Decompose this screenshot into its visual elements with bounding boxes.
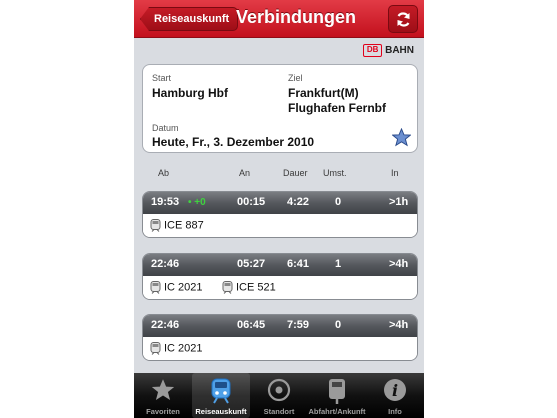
connection-an: 06:45 bbox=[237, 319, 266, 331]
train-name: ICE 887 bbox=[164, 219, 204, 232]
col-an: An bbox=[239, 168, 251, 178]
db-logo-word: BAHN bbox=[385, 45, 414, 56]
info-icon: i bbox=[384, 379, 406, 401]
start-label: Start bbox=[152, 73, 172, 83]
tab-abfahrt-ankunft[interactable]: Abfahrt/Ankunft bbox=[308, 373, 366, 418]
connection-ab: 22:46 bbox=[151, 258, 180, 270]
navigation-bar: Reiseauskunft Verbindungen bbox=[134, 0, 424, 38]
tab-label: Info bbox=[388, 407, 402, 416]
connection-umst: 0 bbox=[335, 319, 342, 331]
connection-ab: 22:46 bbox=[151, 319, 180, 331]
train-icon bbox=[150, 281, 161, 294]
connection-an: 05:27 bbox=[237, 258, 266, 270]
train-icon bbox=[150, 342, 161, 355]
refresh-icon bbox=[397, 12, 410, 27]
page-title: Verbindungen bbox=[236, 7, 357, 27]
departure-board-icon bbox=[329, 379, 345, 404]
db-bahn-logo: DB BAHN bbox=[363, 44, 414, 57]
refresh-button[interactable] bbox=[388, 5, 418, 33]
connection-an: 00:15 bbox=[237, 196, 266, 208]
connection-dauer: 4:22 bbox=[287, 196, 310, 208]
connection-card[interactable]: 22:46 05:27 6:41 1 >4h IC 2021 ICE 521 bbox=[142, 253, 418, 300]
phone-screen: Reiseauskunft Verbindungen DB BAHN Start … bbox=[134, 0, 424, 418]
datum-label: Datum bbox=[152, 123, 179, 133]
tab-label: Reiseauskunft bbox=[195, 407, 247, 416]
svg-text:i: i bbox=[392, 381, 398, 400]
train-icon bbox=[150, 219, 161, 232]
connection-trains: IC 2021 bbox=[143, 337, 417, 360]
star-icon bbox=[151, 379, 175, 400]
tab-info[interactable]: i Info bbox=[366, 373, 424, 418]
tab-label: Abfahrt/Ankunft bbox=[308, 407, 366, 416]
train-item: IC 2021 bbox=[150, 281, 203, 294]
favorite-star-icon[interactable] bbox=[392, 128, 411, 147]
train-icon bbox=[222, 281, 233, 294]
connection-card[interactable]: 19:53 • +0 00:15 4:22 0 >1h ICE 887 bbox=[142, 191, 418, 238]
column-headers: Ab An Dauer Umst. In bbox=[134, 168, 424, 182]
tab-reiseauskunft[interactable]: Reiseauskunft bbox=[192, 373, 250, 418]
connection-in: >4h bbox=[389, 258, 409, 270]
connection-umst: 0 bbox=[335, 196, 342, 208]
train-name: IC 2021 bbox=[164, 281, 203, 294]
train-icon bbox=[211, 378, 231, 404]
train-name: ICE 521 bbox=[236, 281, 276, 294]
datum-value: Heute, Fr., 3. Dezember 2010 bbox=[152, 135, 315, 149]
tab-standort[interactable]: Standort bbox=[250, 373, 308, 418]
col-ab: Ab bbox=[158, 168, 170, 178]
connection-dauer: 7:59 bbox=[287, 319, 310, 331]
back-button[interactable]: Reiseauskunft bbox=[140, 7, 239, 31]
connection-header: 22:46 05:27 6:41 1 >4h bbox=[143, 254, 417, 276]
ziel-value-line2: Flughafen Fernbf bbox=[288, 101, 386, 115]
tab-bar: Favoriten Reiseauskunft Standort Abfahrt… bbox=[134, 373, 424, 418]
connection-ab: 19:53 bbox=[151, 196, 180, 208]
col-dauer: Dauer bbox=[283, 168, 308, 178]
connection-in: >1h bbox=[389, 196, 409, 208]
connection-trains: ICE 887 bbox=[143, 214, 417, 237]
ziel-label: Ziel bbox=[288, 73, 303, 83]
train-item: ICE 521 bbox=[222, 281, 276, 294]
connection-dauer: 6:41 bbox=[287, 258, 310, 270]
connection-card[interactable]: 22:46 06:45 7:59 0 >4h IC 2021 bbox=[142, 314, 418, 361]
start-value: Hamburg Hbf bbox=[152, 86, 228, 100]
tab-favoriten[interactable]: Favoriten bbox=[134, 373, 192, 418]
search-request-card[interactable]: Start Hamburg Hbf Ziel Frankfurt(M) Flug… bbox=[142, 64, 418, 153]
train-item: ICE 887 bbox=[150, 219, 204, 232]
ziel-value-line1: Frankfurt(M) bbox=[288, 86, 359, 100]
connection-in: >4h bbox=[389, 319, 409, 331]
location-icon bbox=[267, 378, 291, 402]
col-in: In bbox=[391, 168, 399, 178]
connection-trains: IC 2021 ICE 521 bbox=[143, 276, 417, 299]
train-item: IC 2021 bbox=[150, 342, 203, 355]
connection-header: 22:46 06:45 7:59 0 >4h bbox=[143, 315, 417, 337]
train-name: IC 2021 bbox=[164, 342, 203, 355]
col-umst: Umst. bbox=[323, 168, 347, 178]
connection-header: 19:53 • +0 00:15 4:22 0 >1h bbox=[143, 192, 417, 214]
connection-delay: • +0 bbox=[188, 197, 206, 208]
tab-label: Standort bbox=[263, 407, 295, 416]
tab-label: Favoriten bbox=[146, 407, 180, 416]
db-logo-box: DB bbox=[363, 44, 383, 57]
connection-umst: 1 bbox=[335, 258, 342, 270]
